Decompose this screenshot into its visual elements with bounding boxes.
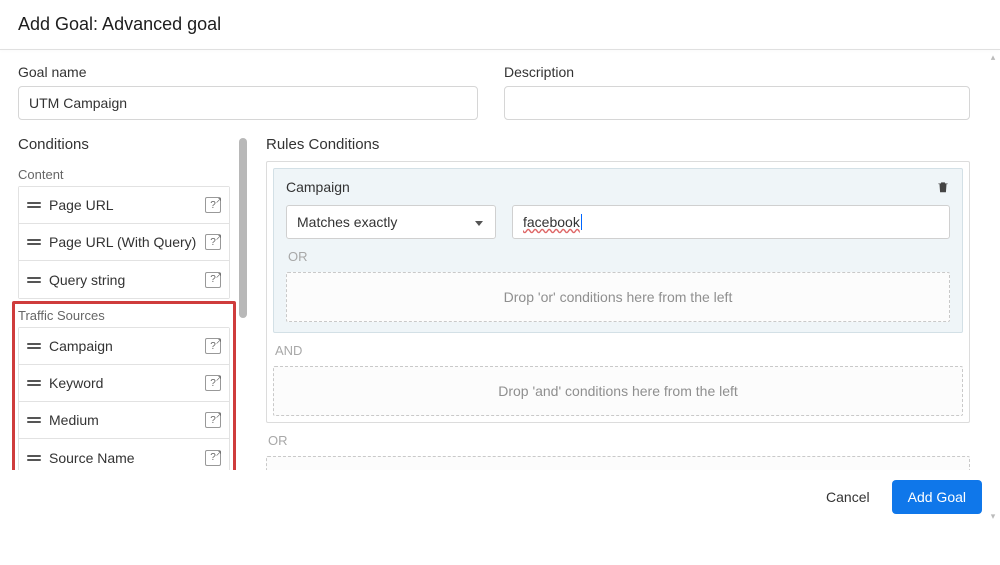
- help-icon[interactable]: ?: [205, 272, 221, 288]
- sidebar-scrollbar[interactable]: [234, 136, 252, 474]
- dialog-title: Add Goal: Advanced goal: [0, 0, 1000, 49]
- rules-box: Campaign Matches exactly facebook OR: [266, 161, 970, 423]
- traffic-list: Campaign ? Keyword ? Medium ?: [18, 327, 230, 477]
- category-traffic-label: Traffic Sources: [18, 304, 230, 327]
- scroll-thumb[interactable]: [239, 138, 247, 318]
- goal-name-label: Goal name: [18, 64, 478, 80]
- cond-keyword[interactable]: Keyword ?: [19, 365, 229, 402]
- cond-label: Keyword: [49, 375, 205, 391]
- help-icon[interactable]: ?: [205, 450, 221, 466]
- cond-label: Medium: [49, 412, 205, 428]
- conditions-title: Conditions: [18, 136, 230, 153]
- value-input[interactable]: facebook: [512, 205, 950, 239]
- drag-icon: [27, 202, 41, 208]
- content-list: Page URL ? Page URL (With Query) ? Query…: [18, 186, 230, 299]
- dialog-footer: Cancel Add Goal: [0, 470, 1000, 524]
- cond-label: Campaign: [49, 338, 205, 354]
- and-block: AND Drop 'and' conditions here from the …: [273, 343, 963, 416]
- help-icon[interactable]: ?: [205, 234, 221, 250]
- rules-title: Rules Conditions: [266, 136, 970, 153]
- scroll-down-icon[interactable]: ▾: [988, 511, 998, 522]
- cond-query-string[interactable]: Query string ?: [19, 261, 229, 298]
- drag-icon: [27, 380, 41, 386]
- drag-icon: [27, 277, 41, 283]
- cond-page-url-query[interactable]: Page URL (With Query) ?: [19, 224, 229, 261]
- drag-icon: [27, 239, 41, 245]
- operator-value: Matches exactly: [297, 214, 397, 230]
- cond-label: Source Name: [49, 450, 205, 466]
- value-text: facebook: [523, 214, 580, 230]
- drag-icon: [27, 455, 41, 461]
- help-icon[interactable]: ?: [205, 375, 221, 391]
- cond-label: Query string: [49, 272, 205, 288]
- cond-campaign[interactable]: Campaign ?: [19, 328, 229, 365]
- help-icon[interactable]: ?: [205, 197, 221, 213]
- add-goal-button[interactable]: Add Goal: [892, 480, 982, 514]
- page-scrollbar[interactable]: ▴ ▾: [988, 52, 998, 522]
- scroll-up-icon[interactable]: ▴: [988, 52, 998, 63]
- cond-page-url[interactable]: Page URL ?: [19, 187, 229, 224]
- and-drop-zone[interactable]: Drop 'and' conditions here from the left: [273, 366, 963, 416]
- cond-label: Page URL: [49, 197, 205, 213]
- drag-icon: [27, 417, 41, 423]
- dialog-body: Goal name Description Conditions Content…: [0, 50, 1000, 524]
- or-label: OR: [288, 249, 950, 264]
- text-cursor: [581, 214, 582, 230]
- outer-or-label: OR: [268, 433, 970, 448]
- rule-name: Campaign: [286, 179, 350, 195]
- cond-medium[interactable]: Medium ?: [19, 402, 229, 439]
- scroll-track[interactable]: [988, 63, 998, 511]
- goal-name-input[interactable]: [18, 86, 478, 120]
- description-input[interactable]: [504, 86, 970, 120]
- conditions-panel: Conditions Content Page URL ? Page URL (…: [18, 136, 230, 474]
- help-icon[interactable]: ?: [205, 412, 221, 428]
- category-content-label: Content: [18, 161, 230, 186]
- description-label: Description: [504, 64, 970, 80]
- operator-select[interactable]: Matches exactly: [286, 205, 496, 239]
- rules-panel: Rules Conditions Campaign Matches exactl…: [266, 136, 970, 474]
- rule-group-campaign: Campaign Matches exactly facebook OR: [273, 168, 963, 333]
- trash-icon[interactable]: [936, 180, 950, 194]
- and-label: AND: [275, 343, 963, 358]
- cond-label: Page URL (With Query): [49, 234, 205, 250]
- traffic-sources-highlight: Traffic Sources Campaign ? Keyword ?: [12, 301, 236, 480]
- help-icon[interactable]: ?: [205, 338, 221, 354]
- cancel-button[interactable]: Cancel: [820, 481, 876, 513]
- drag-icon: [27, 343, 41, 349]
- or-drop-zone[interactable]: Drop 'or' conditions here from the left: [286, 272, 950, 322]
